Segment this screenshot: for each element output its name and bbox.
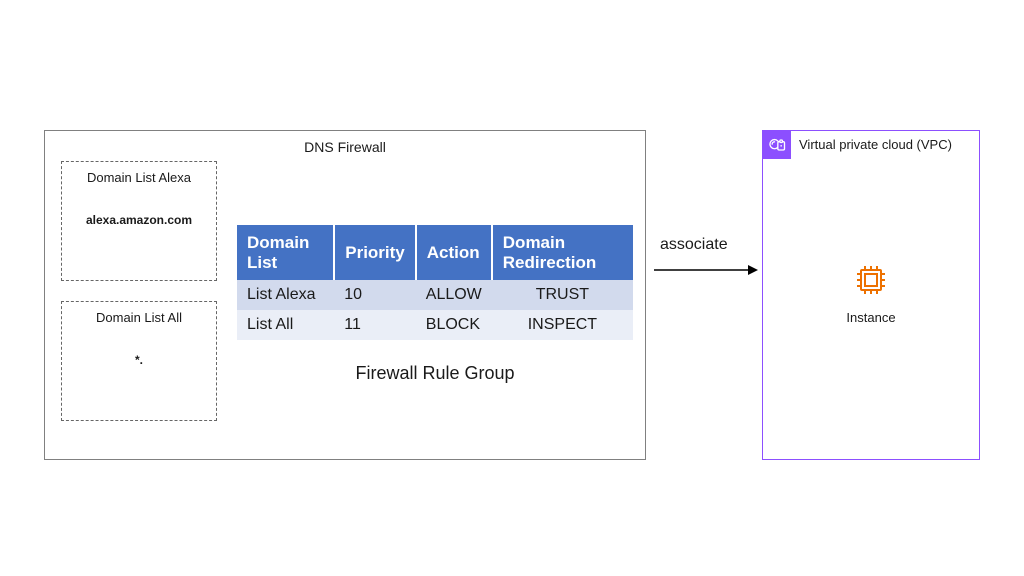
vpc-label: Virtual private cloud (VPC) (799, 137, 952, 152)
dns-firewall-container: DNS Firewall Domain List Alexa alexa.ama… (44, 130, 646, 460)
instance-icon (852, 261, 890, 299)
instance-label: Instance (763, 310, 979, 325)
domain-list-alexa-title: Domain List Alexa (62, 170, 216, 185)
cell-domain-redirection: INSPECT (492, 310, 633, 340)
instance-block: Instance (763, 261, 979, 325)
cell-action: ALLOW (416, 280, 492, 310)
table-header-domain-list: Domain List (237, 225, 334, 280)
domain-list-all-box: Domain List All *. (61, 301, 217, 421)
table-header-domain-redirection: Domain Redirection (492, 225, 633, 280)
table-row: List Alexa 10 ALLOW TRUST (237, 280, 633, 310)
vpc-container: Virtual private cloud (VPC) Instance (762, 130, 980, 460)
cell-priority: 10 (334, 280, 416, 310)
cell-domain-redirection: TRUST (492, 280, 633, 310)
associate-arrow-icon (652, 260, 760, 280)
dns-firewall-title: DNS Firewall (45, 139, 645, 155)
table-row: List All 11 BLOCK INSPECT (237, 310, 633, 340)
firewall-rules-caption: Firewall Rule Group (237, 363, 633, 384)
associate-label: associate (660, 236, 728, 254)
cell-domain-list: List All (237, 310, 334, 340)
domain-list-alexa-box: Domain List Alexa alexa.amazon.com (61, 161, 217, 281)
vpc-icon (763, 131, 791, 159)
domain-list-all-content: *. (62, 353, 216, 367)
domain-list-all-title: Domain List All (62, 310, 216, 325)
cell-priority: 11 (334, 310, 416, 340)
cell-domain-list: List Alexa (237, 280, 334, 310)
table-header-row: Domain List Priority Action Domain Redir… (237, 225, 633, 280)
cell-action: BLOCK (416, 310, 492, 340)
firewall-rules-table: Domain List Priority Action Domain Redir… (237, 225, 633, 340)
table-header-priority: Priority (334, 225, 416, 280)
domain-list-alexa-content: alexa.amazon.com (62, 213, 216, 227)
table-header-action: Action (416, 225, 492, 280)
